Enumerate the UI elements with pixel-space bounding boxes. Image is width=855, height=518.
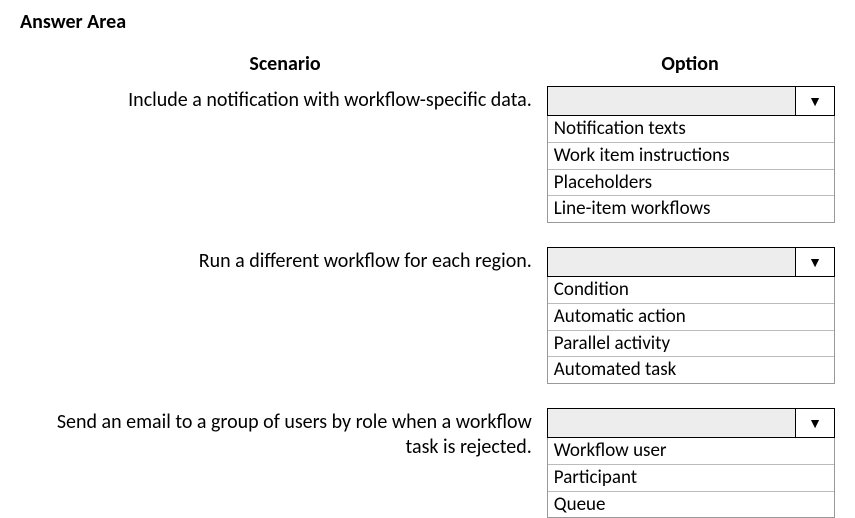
scenario-header: Scenario — [20, 52, 550, 76]
chevron-down-icon: ▼ — [796, 409, 834, 437]
dropdown-options: Condition Automatic action Parallel acti… — [547, 277, 835, 384]
dropdown-selected — [548, 248, 796, 276]
dropdown-option[interactable]: Notification texts — [548, 116, 834, 142]
option-dropdown[interactable]: ▼ — [547, 86, 835, 116]
header-row: Scenario Option — [20, 52, 835, 76]
chevron-down-icon: ▼ — [796, 87, 834, 115]
dropdown-option[interactable]: Placeholders — [548, 169, 834, 196]
page-title: Answer Area — [20, 10, 835, 34]
dropdown-option[interactable]: Parallel activity — [548, 330, 834, 357]
dropdown-option[interactable]: Condition — [548, 277, 834, 303]
scenario-text: Run a different workflow for each region… — [20, 247, 547, 384]
dropdown-option[interactable]: Line-item workflows — [548, 195, 834, 222]
scenario-row: Run a different workflow for each region… — [20, 247, 835, 384]
option-header: Option — [550, 52, 830, 76]
dropdown-option[interactable]: Automated task — [548, 356, 834, 383]
option-dropdown[interactable]: ▼ — [547, 247, 835, 277]
scenario-text: Include a notification with workflow-spe… — [20, 86, 547, 223]
dropdown-option[interactable]: Work item instructions — [548, 142, 834, 169]
scenario-row: Send an email to a group of users by rol… — [20, 408, 835, 518]
dropdown-options: Notification texts Work item instruction… — [547, 116, 835, 223]
chevron-down-icon: ▼ — [796, 248, 834, 276]
dropdown-option[interactable]: Participant — [548, 464, 834, 491]
option-cell: ▼ Condition Automatic action Parallel ac… — [547, 247, 835, 384]
option-cell: ▼ Workflow user Participant Queue — [547, 408, 835, 518]
dropdown-option[interactable]: Automatic action — [548, 303, 834, 330]
scenario-row: Include a notification with workflow-spe… — [20, 86, 835, 223]
option-cell: ▼ Notification texts Work item instructi… — [547, 86, 835, 223]
dropdown-selected — [548, 409, 796, 437]
dropdown-options: Workflow user Participant Queue — [547, 438, 835, 518]
dropdown-option[interactable]: Queue — [548, 491, 834, 518]
dropdown-option[interactable]: Workflow user — [548, 438, 834, 464]
dropdown-selected — [548, 87, 796, 115]
scenario-text: Send an email to a group of users by rol… — [20, 408, 547, 518]
option-dropdown[interactable]: ▼ — [547, 408, 835, 438]
